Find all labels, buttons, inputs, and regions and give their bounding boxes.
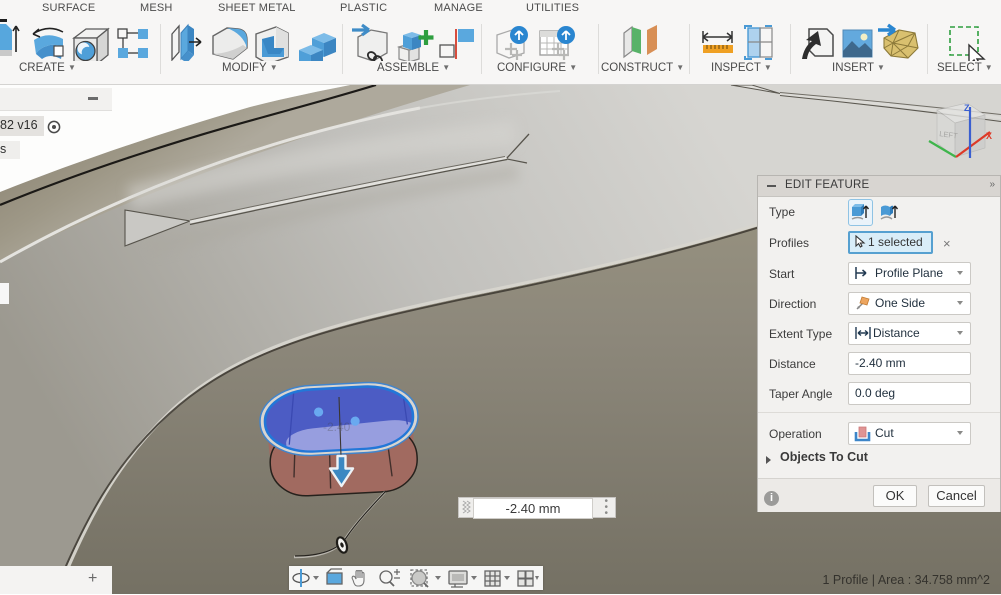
svg-text:X: X xyxy=(986,131,992,141)
svg-text:-2.40: -2.40 xyxy=(323,420,351,434)
svg-text:Z: Z xyxy=(964,103,970,113)
